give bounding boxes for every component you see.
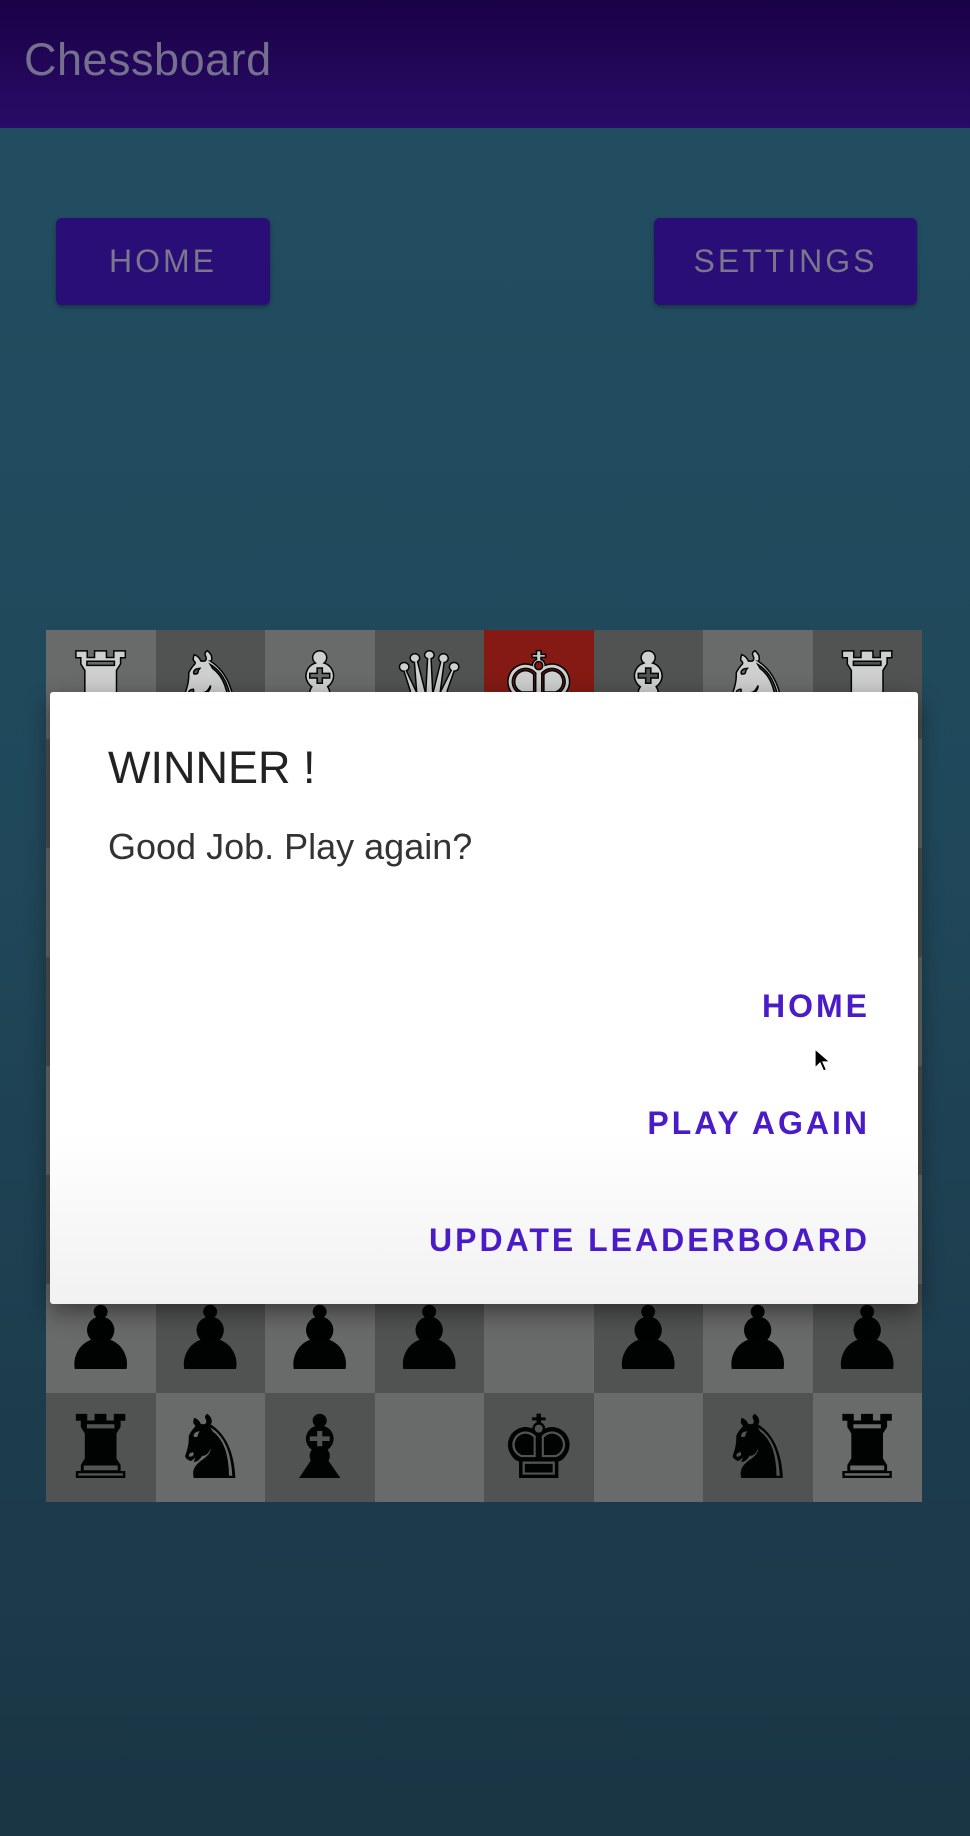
black-rook-icon[interactable]: ♜ [828, 1403, 907, 1492]
settings-button[interactable]: SETTINGS [654, 218, 917, 305]
black-pawn-icon[interactable]: ♟ [171, 1294, 250, 1383]
mouse-cursor-icon [814, 1048, 832, 1072]
board-square[interactable]: ♜ [812, 1393, 922, 1502]
black-rook-icon[interactable]: ♜ [61, 1403, 140, 1492]
black-king-icon[interactable]: ♚ [499, 1403, 578, 1492]
app-title: Chessboard [24, 34, 272, 85]
black-pawn-icon[interactable]: ♟ [390, 1294, 469, 1383]
black-pawn-icon[interactable]: ♟ [280, 1294, 359, 1383]
winner-dialog: WINNER ! Good Job. Play again? HOME PLAY… [50, 692, 918, 1304]
board-square[interactable]: ♞ [155, 1393, 265, 1502]
dialog-home-button[interactable]: HOME [762, 988, 870, 1025]
dialog-message: Good Job. Play again? [108, 826, 473, 867]
black-knight-icon[interactable]: ♞ [718, 1403, 797, 1492]
dialog-title: WINNER ! [108, 742, 316, 793]
board-square[interactable]: ♚ [484, 1393, 594, 1502]
black-pawn-icon[interactable]: ♟ [609, 1294, 688, 1383]
black-pawn-icon[interactable]: ♟ [61, 1294, 140, 1383]
board-square[interactable]: ♞ [703, 1393, 813, 1502]
board-square[interactable]: ♝ [265, 1393, 375, 1502]
update-leaderboard-button[interactable]: UPDATE LEADERBOARD [429, 1222, 870, 1259]
black-pawn-icon[interactable]: ♟ [718, 1294, 797, 1383]
board-square[interactable] [374, 1393, 484, 1502]
board-square[interactable]: ♜ [46, 1393, 156, 1502]
black-bishop-icon[interactable]: ♝ [280, 1403, 359, 1492]
black-knight-icon[interactable]: ♞ [171, 1403, 250, 1492]
black-pawn-icon[interactable]: ♟ [828, 1294, 907, 1383]
app-bar: Chessboard [0, 0, 970, 128]
home-button[interactable]: HOME [56, 218, 270, 305]
play-again-button[interactable]: PLAY AGAIN [647, 1105, 870, 1142]
board-square[interactable] [593, 1393, 703, 1502]
